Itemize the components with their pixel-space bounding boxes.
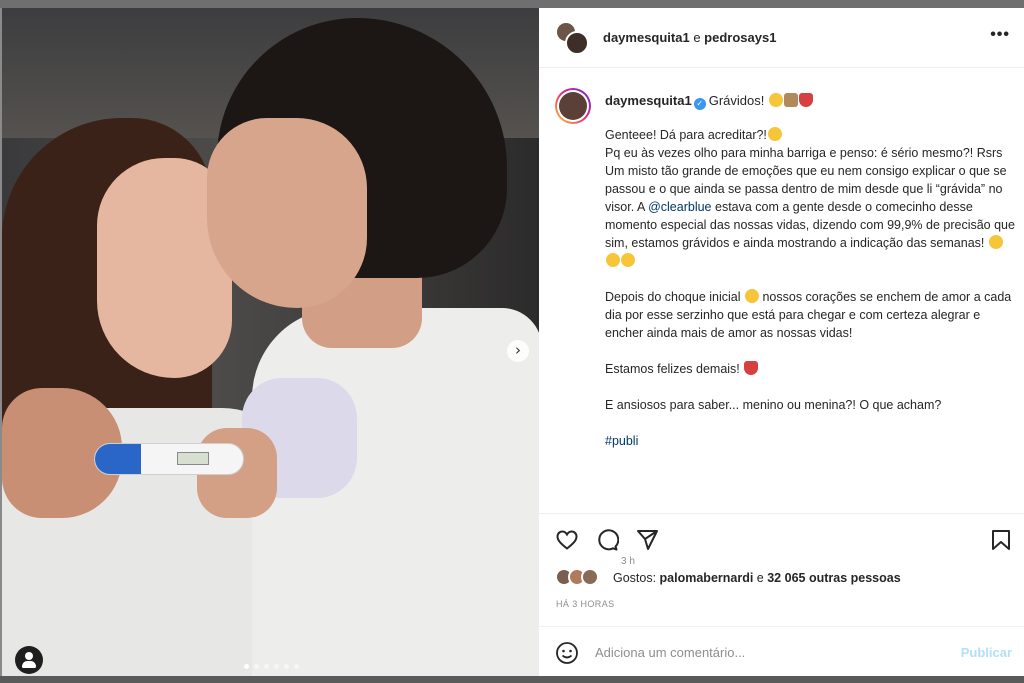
post-age: HÁ 3 HORAS xyxy=(556,599,615,609)
header-usernames: daymesquita1 e pedrosays1 xyxy=(603,30,776,45)
user-icon xyxy=(25,652,33,660)
caption-line: E ansiosos para saber... menino ou menin… xyxy=(605,398,942,412)
carousel-dot xyxy=(284,664,289,669)
carousel-dot xyxy=(254,664,259,669)
test-cap xyxy=(95,444,141,474)
publish-button[interactable]: Publicar xyxy=(961,645,1012,660)
post-header: daymesquita1 e pedrosays1 ••• xyxy=(539,8,1024,68)
tagged-users-button[interactable] xyxy=(15,646,43,674)
browser-top-strip xyxy=(0,0,1024,8)
carousel-dots xyxy=(244,664,299,669)
heart-eyes-emoji-icon xyxy=(988,235,1003,249)
carousel-dot xyxy=(244,664,249,669)
mention-link[interactable]: @clearblue xyxy=(648,200,711,214)
sparkle-emoji-icon xyxy=(783,93,798,107)
hashtag-link[interactable]: #publi xyxy=(605,434,638,448)
caption-title: Grávidos! xyxy=(708,93,765,108)
test-window xyxy=(177,452,209,465)
caption-line: Pq eu às vezes olho para minha barriga e… xyxy=(605,146,1003,160)
carousel-dot xyxy=(274,664,279,669)
chevron-right-icon: › xyxy=(515,341,521,359)
scream-emoji-icon xyxy=(768,93,783,107)
post-sidebar: daymesquita1 e pedrosays1 ••• daymesquit… xyxy=(539,8,1024,678)
likes-mid: e xyxy=(753,571,768,585)
caption-header: daymesquita1 ✓ Grávidos! xyxy=(605,93,813,110)
action-bar xyxy=(539,513,1024,565)
caption-body: Genteee! Dá para acreditar?! Pq eu às ve… xyxy=(605,126,1015,450)
bottle-emoji-icon xyxy=(798,93,813,107)
comment-box: Adiciona um comentário... Publicar xyxy=(539,626,1024,678)
browser-bottom-strip xyxy=(0,676,1024,683)
caption-avatar[interactable] xyxy=(555,88,591,124)
caption-line: Depois do choque inicial xyxy=(605,290,741,304)
heart-eyes-emoji-icon xyxy=(606,253,620,267)
carousel-dot xyxy=(294,664,299,669)
more-options-icon[interactable]: ••• xyxy=(990,26,1010,44)
comment-input[interactable]: Adiciona um comentário... xyxy=(595,645,745,660)
likes-count[interactable]: 32 065 outras pessoas xyxy=(767,571,900,585)
photo-face-man xyxy=(207,118,367,308)
avatar[interactable] xyxy=(565,31,589,55)
likes-user[interactable]: palomabernardi xyxy=(660,571,754,585)
caption-username[interactable]: daymesquita1 xyxy=(605,93,692,108)
likes-prefix: Gostos: xyxy=(613,571,660,585)
grin-emoji-icon xyxy=(767,127,782,141)
pregnancy-test xyxy=(94,443,244,475)
comment-icon[interactable] xyxy=(595,528,619,552)
header-user-1[interactable]: daymesquita1 xyxy=(603,30,690,45)
bookmark-icon[interactable] xyxy=(990,528,1012,552)
header-separator: e xyxy=(689,30,705,45)
caption-line: Estamos felizes demais! xyxy=(605,362,740,376)
next-photo-button[interactable]: › xyxy=(507,340,529,362)
header-avatars[interactable] xyxy=(555,21,589,55)
carousel-dot xyxy=(264,664,269,669)
post-photo[interactable]: › xyxy=(2,8,539,678)
smiley-icon[interactable] xyxy=(555,641,579,665)
send-icon[interactable] xyxy=(635,528,659,552)
heart-icon[interactable] xyxy=(555,528,579,552)
header-user-2[interactable]: pedrosays1 xyxy=(704,30,776,45)
verified-icon: ✓ xyxy=(693,98,706,110)
red-heart-emoji-icon xyxy=(744,361,759,375)
caption-line: Genteee! Dá para acreditar?! xyxy=(605,128,767,142)
likes-text: Gostos: palomabernardi e 32 065 outras p… xyxy=(613,571,901,585)
avatar xyxy=(581,568,599,586)
user-icon-body xyxy=(22,661,36,668)
sweat-smile-emoji-icon xyxy=(745,289,759,303)
heart-eyes-emoji-icon xyxy=(621,253,635,267)
